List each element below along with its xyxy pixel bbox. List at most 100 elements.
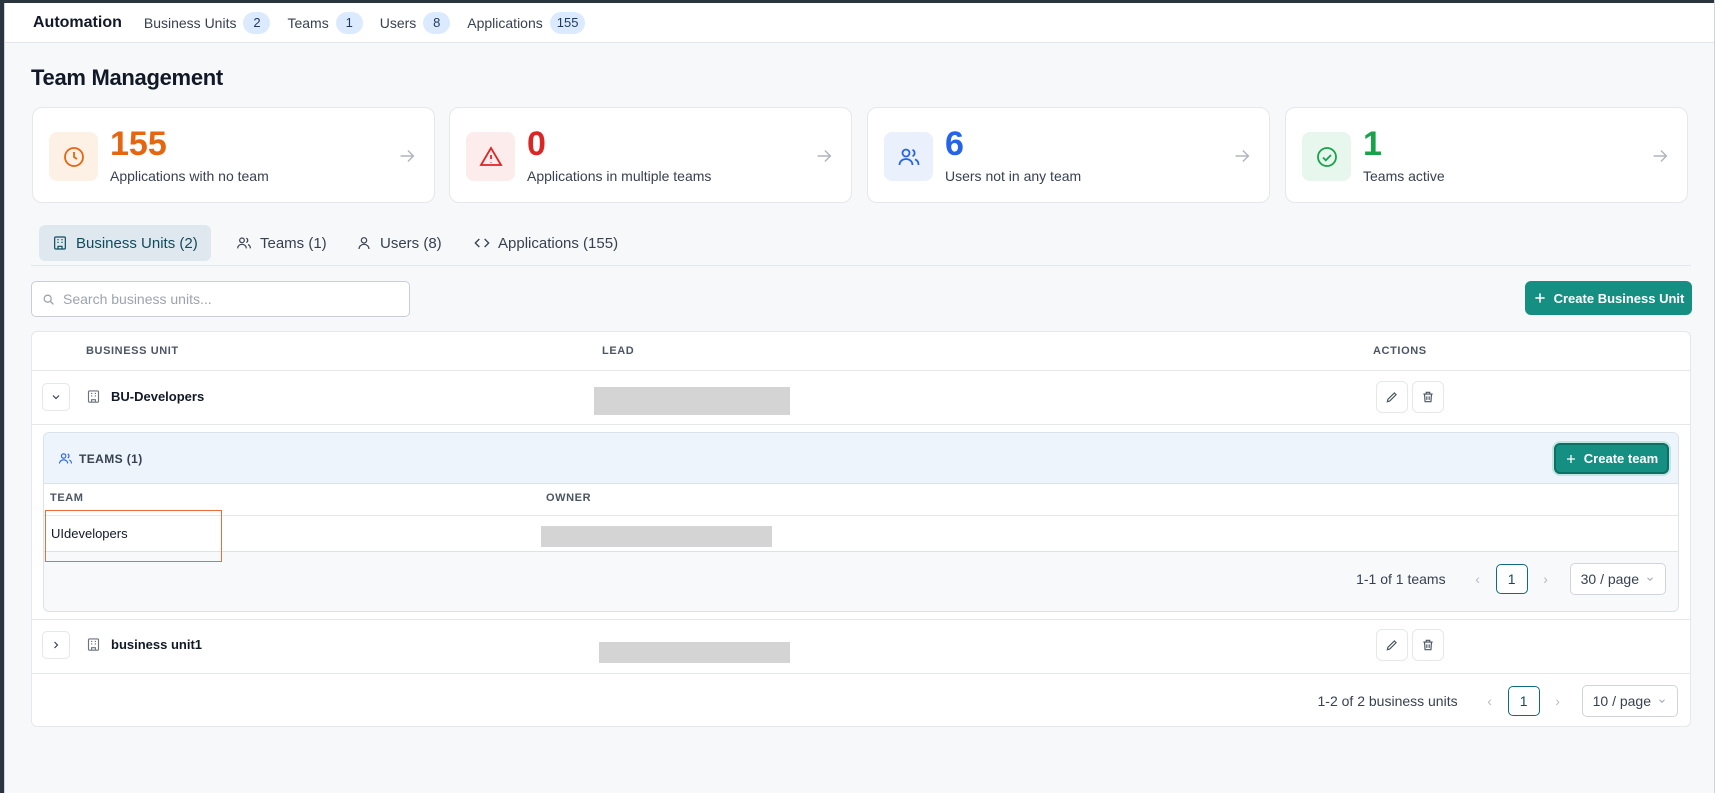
page-number-button[interactable]: 1 xyxy=(1507,686,1540,716)
alert-triangle-icon xyxy=(466,132,515,181)
building-icon xyxy=(54,236,66,250)
trash-icon xyxy=(1423,391,1433,403)
page-size-label: 10 / page xyxy=(1592,693,1651,709)
business-unit-label: BU-Developers xyxy=(111,389,205,404)
stat-value: 1 xyxy=(1363,125,1382,163)
divider xyxy=(44,515,1678,516)
page-number-button[interactable]: 1 xyxy=(1495,564,1528,594)
page-size-select[interactable]: 10 / page xyxy=(1581,685,1678,717)
plus-icon xyxy=(1566,454,1575,463)
expand-row-button[interactable] xyxy=(42,631,70,659)
stat-card-users-no-team[interactable]: 6 Users not in any team xyxy=(867,107,1270,203)
stat-card-apps-no-team[interactable]: 155 Applications with no team xyxy=(32,107,435,203)
nav-applications[interactable]: Applications 155 xyxy=(467,11,586,34)
section-tabs: Business Units (2) Teams (1) Users (8) A… xyxy=(31,223,1691,266)
button-label: Create Business Unit xyxy=(1553,290,1685,306)
building-icon xyxy=(87,638,100,651)
stat-label: Applications in multiple teams xyxy=(527,168,712,184)
stat-label: Teams active xyxy=(1363,168,1445,184)
chevron-right-icon[interactable]: › xyxy=(1540,693,1576,709)
search-icon xyxy=(43,294,54,305)
chevron-right-icon[interactable]: › xyxy=(1528,571,1564,587)
stat-value: 6 xyxy=(945,125,964,163)
tab-users[interactable]: Users (8) xyxy=(343,225,455,261)
top-navigation: Automation Business Units 2 Teams 1 Users 8… xyxy=(5,3,1721,43)
column-header-team: TEAM xyxy=(50,492,84,504)
plus-icon xyxy=(1534,293,1545,303)
business-unit-name[interactable]: BU-Developers xyxy=(86,389,204,404)
stat-card-apps-multiple-teams[interactable]: 0 Applications in multiple teams xyxy=(449,107,852,203)
stat-card-teams-active[interactable]: 1 Teams active xyxy=(1285,107,1688,203)
edit-button[interactable] xyxy=(1376,629,1408,661)
teams-panel-title: TEAMS (1) xyxy=(79,452,143,466)
pencil-icon xyxy=(1386,392,1397,403)
teams-panel: TEAMS (1) Create team TEAM OWNER UIdevel… xyxy=(43,432,1679,612)
nav-business-units[interactable]: Business Units 2 xyxy=(144,11,271,34)
nav-users[interactable]: Users 8 xyxy=(380,11,451,34)
column-header-owner: OWNER xyxy=(546,492,592,504)
stat-value: 155 xyxy=(110,125,167,163)
user-icon xyxy=(358,237,370,250)
page-size-label: 30 / page xyxy=(1580,571,1639,587)
selection-highlight xyxy=(45,510,222,562)
arrow-right-icon xyxy=(1653,149,1668,163)
users-icon xyxy=(237,237,251,249)
nav-count-badge: 8 xyxy=(423,11,451,34)
window-edge xyxy=(1714,0,1721,793)
clock-icon xyxy=(49,132,98,181)
users-icon xyxy=(884,132,933,181)
tab-label: Business Units (2) xyxy=(76,234,198,252)
nav-count-badge: 1 xyxy=(335,11,363,34)
redacted-lead xyxy=(594,387,790,415)
collapse-row-button[interactable] xyxy=(42,383,70,411)
check-circle-icon xyxy=(1302,132,1351,181)
edit-button[interactable] xyxy=(1376,381,1408,413)
column-header-business-unit: BUSINESS UNIT xyxy=(86,345,179,357)
tab-applications[interactable]: Applications (155) xyxy=(461,225,631,261)
create-business-unit-button[interactable]: Create Business Unit xyxy=(1525,281,1692,315)
stat-label: Users not in any team xyxy=(945,168,1082,184)
divider xyxy=(32,619,1690,620)
divider xyxy=(32,673,1690,674)
redacted-owner xyxy=(541,526,772,547)
code-icon xyxy=(474,238,490,248)
tab-label: Users (8) xyxy=(380,234,442,252)
arrow-right-icon xyxy=(817,149,832,163)
business-unit-name[interactable]: business unit1 xyxy=(86,637,202,652)
teams-table: TEAM OWNER UIdevelopers xyxy=(44,484,1678,552)
chevron-down-icon xyxy=(52,395,60,400)
nav-label: Applications xyxy=(467,14,543,31)
pencil-icon xyxy=(1386,640,1397,651)
chevron-left-icon[interactable]: ‹ xyxy=(1460,571,1496,587)
business-unit-label: business unit1 xyxy=(111,637,203,652)
chevron-left-icon[interactable]: ‹ xyxy=(1472,693,1508,709)
nav-count-badge: 155 xyxy=(549,11,586,34)
divider xyxy=(32,370,1690,371)
app-window: Automation Business Units 2 Teams 1 Users 8… xyxy=(0,0,1721,793)
create-team-button[interactable]: Create team xyxy=(1554,443,1669,474)
brand-title: Automation xyxy=(33,13,122,31)
divider xyxy=(32,424,1690,425)
stat-value: 0 xyxy=(527,125,546,163)
pagination-summary: 1-1 of 1 teams xyxy=(1356,571,1446,587)
page-size-select[interactable]: 30 / page xyxy=(1569,563,1666,595)
column-header-lead: LEAD xyxy=(602,345,635,357)
teams-pagination: 1-1 of 1 teams ‹ 1 › 30 / page xyxy=(1356,563,1666,595)
delete-button[interactable] xyxy=(1412,629,1444,661)
nav-teams[interactable]: Teams 1 xyxy=(287,11,363,34)
building-icon xyxy=(87,390,100,403)
page-title: Team Management xyxy=(31,65,223,90)
delete-button[interactable] xyxy=(1412,381,1444,413)
search-box xyxy=(31,281,410,317)
button-label: Create team xyxy=(1583,451,1659,466)
main-page: Automation Business Units 2 Teams 1 Users 8… xyxy=(4,3,1721,793)
search-input[interactable] xyxy=(63,291,383,307)
trash-icon xyxy=(1423,639,1433,651)
pagination-summary: 1-2 of 2 business units xyxy=(1317,693,1458,709)
chevron-down-icon xyxy=(1647,577,1653,581)
users-icon xyxy=(59,453,72,464)
tab-teams[interactable]: Teams (1) xyxy=(223,225,340,261)
business-units-table: BUSINESS UNIT LEAD ACTIONS BU-Developers xyxy=(31,331,1691,727)
nav-count-badge: 2 xyxy=(243,11,271,34)
tab-business-units[interactable]: Business Units (2) xyxy=(39,225,211,261)
